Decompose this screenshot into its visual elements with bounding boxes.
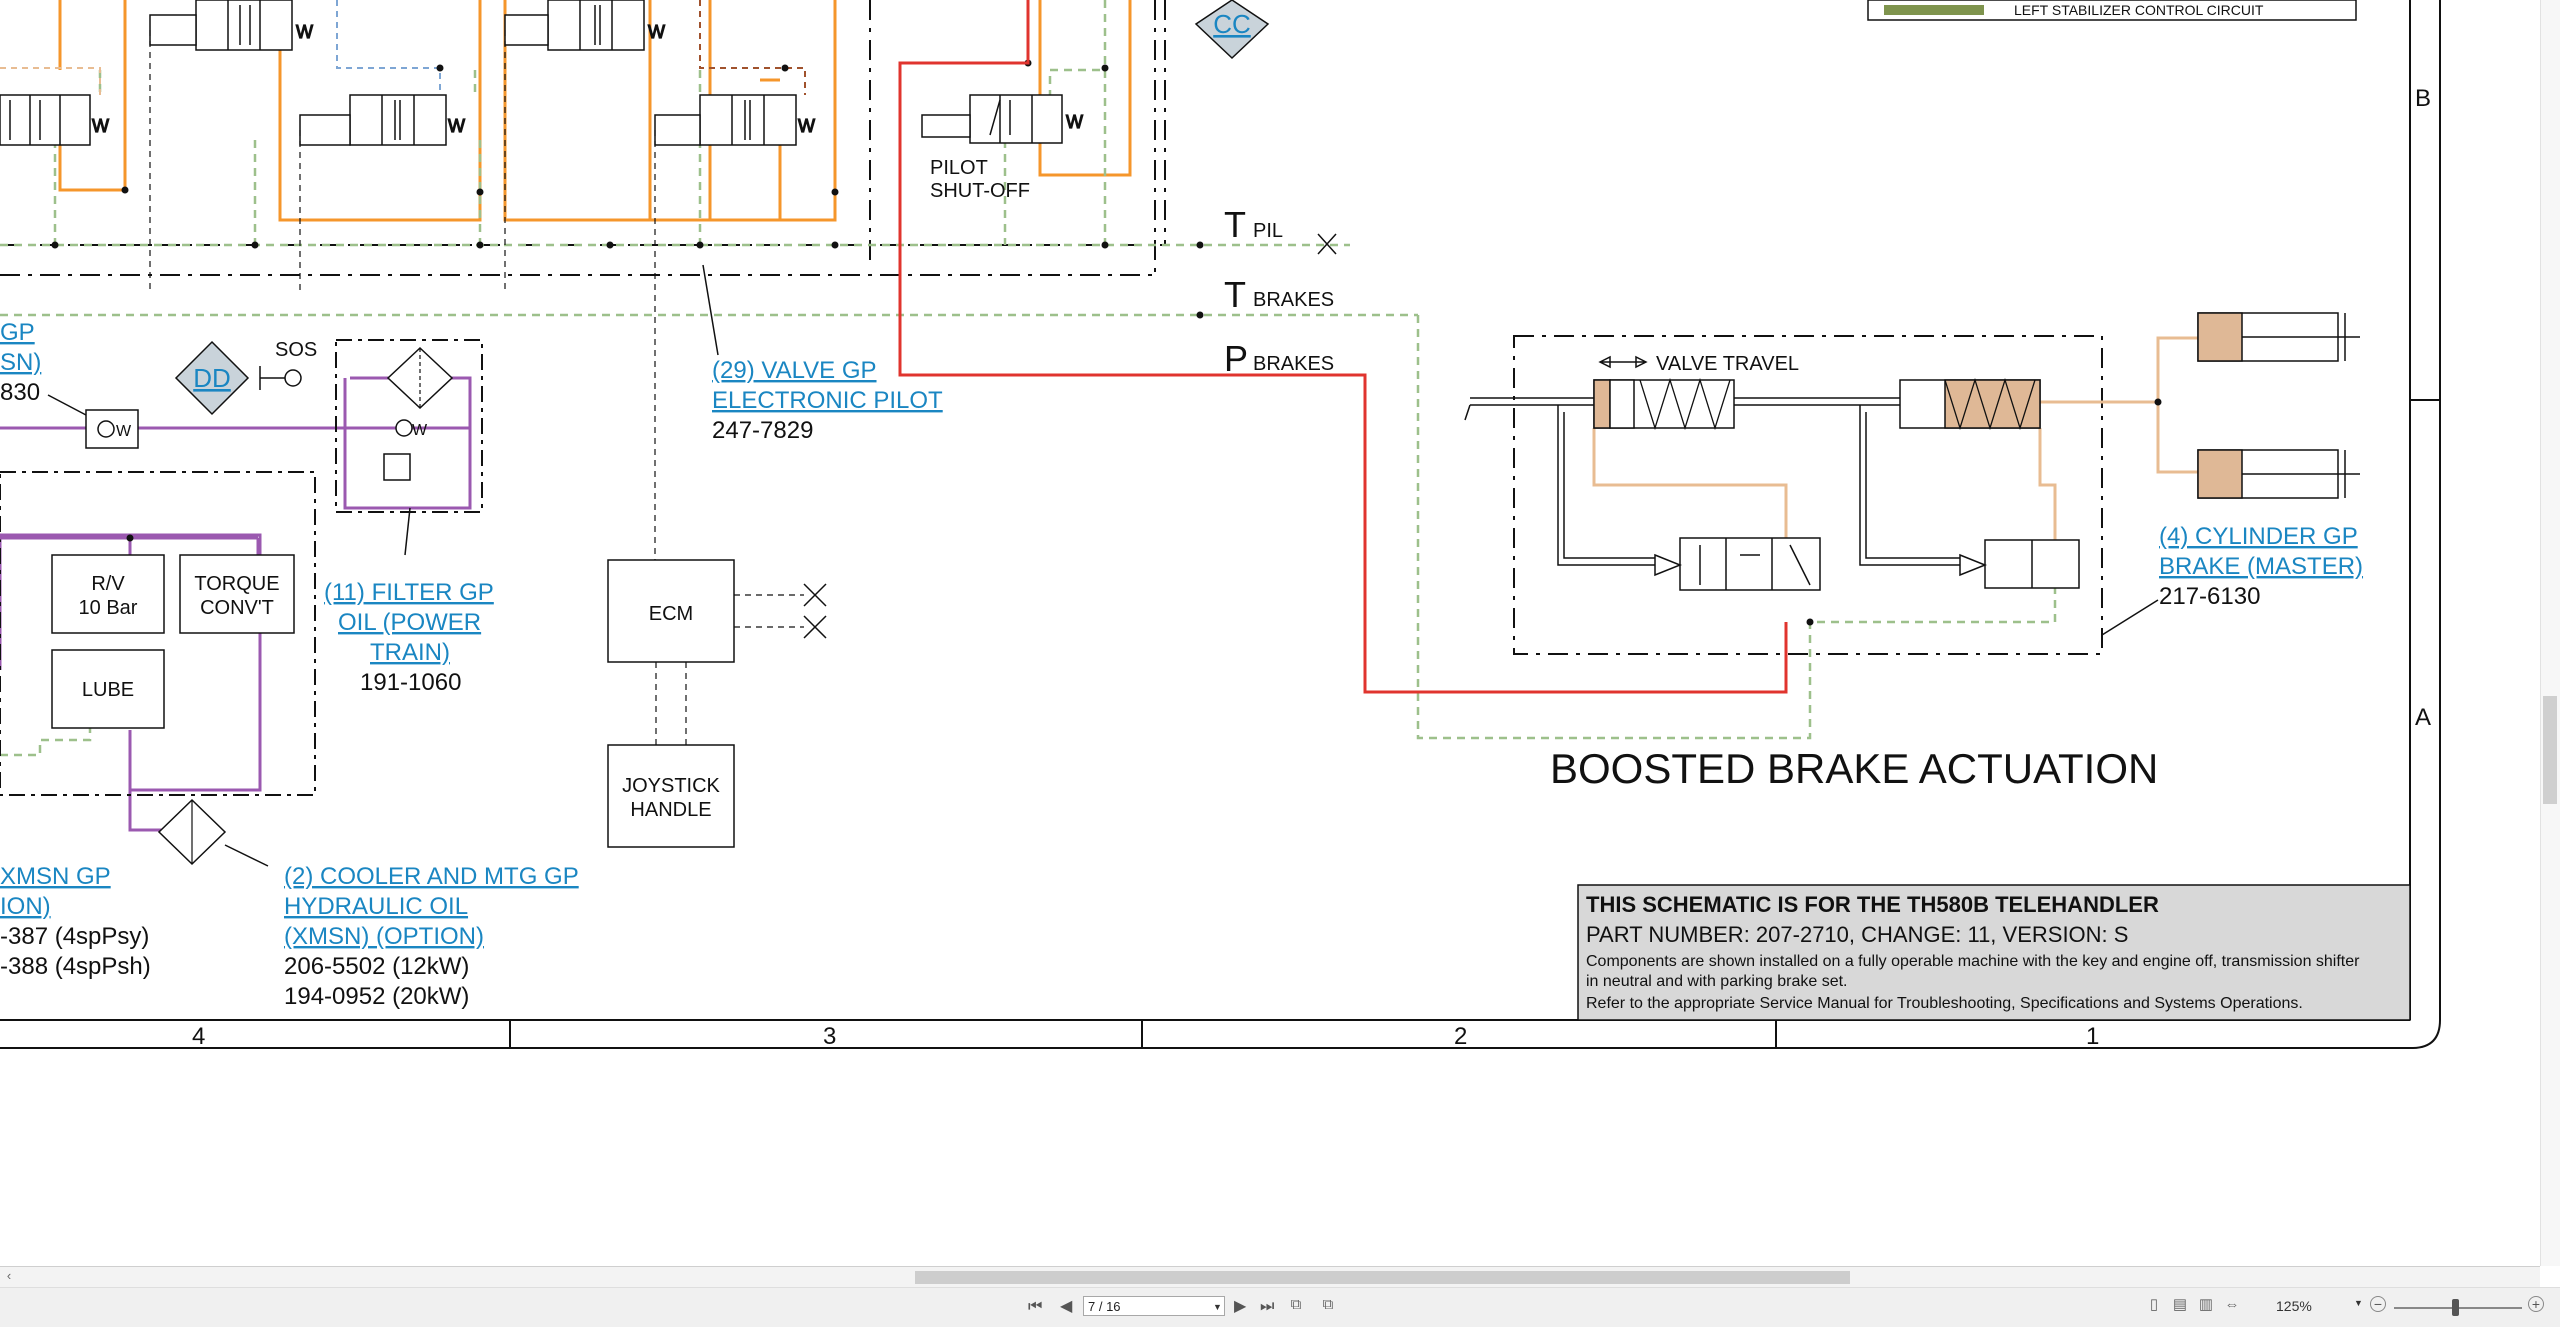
column-number-1: 1 bbox=[2086, 1023, 2099, 1050]
t-brakes-sub: BRAKES bbox=[1253, 289, 1334, 311]
zoom-level[interactable]: 125% bbox=[2276, 1298, 2312, 1314]
continuous-view-icon[interactable]: ▤ bbox=[2172, 1296, 2188, 1314]
svg-text:W: W bbox=[296, 22, 313, 42]
joystick-label-1: JOYSTICK bbox=[622, 775, 720, 797]
zone-marker-a: A bbox=[2415, 704, 2431, 731]
section-title: BOOSTED BRAKE ACTUATION bbox=[1550, 745, 2158, 792]
last-page-icon[interactable]: ⏭ bbox=[1260, 1297, 1274, 1317]
cooler2-link-1[interactable]: (2) COOLER AND MTG GP bbox=[284, 863, 579, 890]
copy-page-icon[interactable]: ⧉ bbox=[1288, 1296, 1304, 1314]
xmsn-part-number-1: -387 (4spPsy) bbox=[0, 923, 149, 950]
cooler2-link-2[interactable]: HYDRAULIC OIL bbox=[284, 893, 468, 920]
brake-control-valve-left bbox=[1654, 537, 1821, 591]
column-number-2: 2 bbox=[1454, 1023, 1467, 1050]
brake-spool-left bbox=[1593, 377, 1735, 431]
cylinder4-part-number: 217-6130 bbox=[2159, 583, 2260, 610]
rv-label-2: 10 Bar bbox=[79, 597, 138, 619]
check-valve: W bbox=[85, 409, 139, 449]
filter11-link-3[interactable]: TRAIN) bbox=[370, 639, 450, 666]
pdf-viewer: B A 4 3 2 1 LEFT STABILIZER CONTROL CIRC… bbox=[0, 0, 2560, 1326]
t-brakes-letter: T bbox=[1224, 274, 1246, 315]
valve29-link-2[interactable]: ELECTRONIC PILOT bbox=[712, 387, 943, 414]
cc-badge-label: CC bbox=[1213, 9, 1251, 39]
page-number-input[interactable]: 7 / 16 bbox=[1083, 1296, 1225, 1316]
left-partial-link-2[interactable]: SN) bbox=[0, 349, 41, 376]
next-page-icon[interactable]: ▶ bbox=[1234, 1297, 1246, 1317]
svg-text:W: W bbox=[116, 423, 132, 440]
svg-text:W: W bbox=[1066, 112, 1083, 132]
svg-text:W: W bbox=[412, 422, 428, 439]
torque-label-2: CONV'T bbox=[200, 597, 274, 619]
cylinder4-link-1[interactable]: (4) CYLINDER GP bbox=[2159, 523, 2358, 550]
paste-page-icon[interactable]: ⧉ bbox=[1320, 1296, 1336, 1314]
valve29-link-1[interactable]: (29) VALVE GP bbox=[712, 357, 877, 384]
svg-text:W: W bbox=[448, 116, 465, 136]
p-brakes-sub: BRAKES bbox=[1253, 353, 1334, 375]
valve29-part-number: 247-7829 bbox=[712, 417, 813, 444]
titleblock-line-1: THIS SCHEMATIC IS FOR THE TH580B TELEHAN… bbox=[1586, 892, 2159, 917]
column-number-4: 4 bbox=[192, 1023, 205, 1050]
filter11-link-2[interactable]: OIL (POWER bbox=[338, 609, 481, 636]
titleblock-line-5: Refer to the appropriate Service Manual … bbox=[1586, 995, 2303, 1012]
xmsn-link-2[interactable]: ION) bbox=[0, 893, 51, 920]
xmsn-part-number-2: -388 (4spPsh) bbox=[0, 953, 151, 980]
prev-page-icon[interactable]: ◀ bbox=[1060, 1297, 1072, 1317]
pilot-shutoff-label-2: SHUT-OFF bbox=[930, 180, 1030, 202]
facing-view-icon[interactable]: ▥ bbox=[2198, 1296, 2214, 1314]
zone-marker-b: B bbox=[2415, 85, 2431, 112]
hydraulic-schematic: B A 4 3 2 1 LEFT STABILIZER CONTROL CIRC… bbox=[0, 0, 2540, 1266]
page-dropdown-chevron-icon[interactable]: ▼ bbox=[1213, 1297, 1222, 1317]
cooler2-link-3[interactable]: (XMSN) (OPTION) bbox=[284, 923, 484, 950]
titleblock-line-4: in neutral and with parking brake set. bbox=[1586, 973, 1847, 990]
fit-width-icon[interactable]: ⇔ bbox=[2224, 1296, 2240, 1314]
torque-label-1: TORQUE bbox=[194, 573, 279, 595]
rv-label-1: R/V bbox=[91, 573, 125, 595]
first-page-icon[interactable]: ⏮ bbox=[1028, 1297, 1042, 1317]
brake-spool-right bbox=[1899, 377, 2041, 431]
p-brakes-letter: P bbox=[1224, 338, 1248, 379]
xmsn-link-1[interactable]: XMSN GP bbox=[0, 863, 111, 890]
vertical-scrollbar[interactable] bbox=[2540, 0, 2560, 1266]
title-block: THIS SCHEMATIC IS FOR THE TH580B TELEHAN… bbox=[1577, 884, 2411, 1021]
lube-label: LUBE bbox=[82, 679, 134, 701]
horizontal-scroll-thumb[interactable] bbox=[915, 1271, 1850, 1284]
cooler2-part-number-2: 194-0952 (20kW) bbox=[284, 983, 469, 1010]
zoom-slider-knob[interactable] bbox=[2452, 1299, 2459, 1316]
valve-travel-label: VALVE TRAVEL bbox=[1656, 353, 1799, 375]
legend-label: LEFT STABILIZER CONTROL CIRCUIT bbox=[2014, 2, 2264, 18]
joystick-label-2: HANDLE bbox=[630, 799, 711, 821]
filter11-link-1[interactable]: (11) FILTER GP bbox=[324, 579, 494, 606]
left-partial-part-number: 830 bbox=[0, 379, 40, 406]
pilot-shutoff-label-1: PILOT bbox=[930, 157, 988, 179]
zoom-out-icon[interactable]: − bbox=[2370, 1296, 2386, 1312]
vertical-scroll-thumb[interactable] bbox=[2543, 696, 2557, 804]
column-number-3: 3 bbox=[823, 1023, 836, 1050]
titleblock-line-3: Components are shown installed on a full… bbox=[1586, 953, 2360, 970]
single-page-view-icon[interactable]: ▯ bbox=[2146, 1296, 2162, 1314]
sos-label: SOS bbox=[275, 339, 317, 361]
filter11-part-number: 191-1060 bbox=[360, 669, 461, 696]
zoom-in-icon[interactable]: + bbox=[2528, 1296, 2544, 1312]
dd-badge-label: DD bbox=[193, 363, 231, 393]
cooler2-part-number-1: 206-5502 (12kW) bbox=[284, 953, 469, 980]
zoom-dropdown-chevron-icon[interactable]: ▼ bbox=[2354, 1298, 2363, 1308]
titleblock-line-2: PART NUMBER: 207-2710, CHANGE: 11, VERSI… bbox=[1586, 922, 2128, 947]
svg-text:W: W bbox=[648, 22, 665, 42]
t-pil-sub: PIL bbox=[1253, 220, 1283, 242]
legend-box: LEFT STABILIZER CONTROL CIRCUIT bbox=[1867, 0, 2357, 21]
left-partial-link-1[interactable]: GP bbox=[0, 319, 35, 346]
t-pil-letter: T bbox=[1224, 204, 1246, 245]
svg-text:W: W bbox=[92, 116, 109, 136]
svg-text:W: W bbox=[798, 116, 815, 136]
cylinder4-link-2[interactable]: BRAKE (MASTER) bbox=[2159, 553, 2363, 580]
ecm-label: ECM bbox=[649, 603, 693, 625]
scroll-left-arrow-icon[interactable]: ‹ bbox=[0, 1268, 18, 1284]
